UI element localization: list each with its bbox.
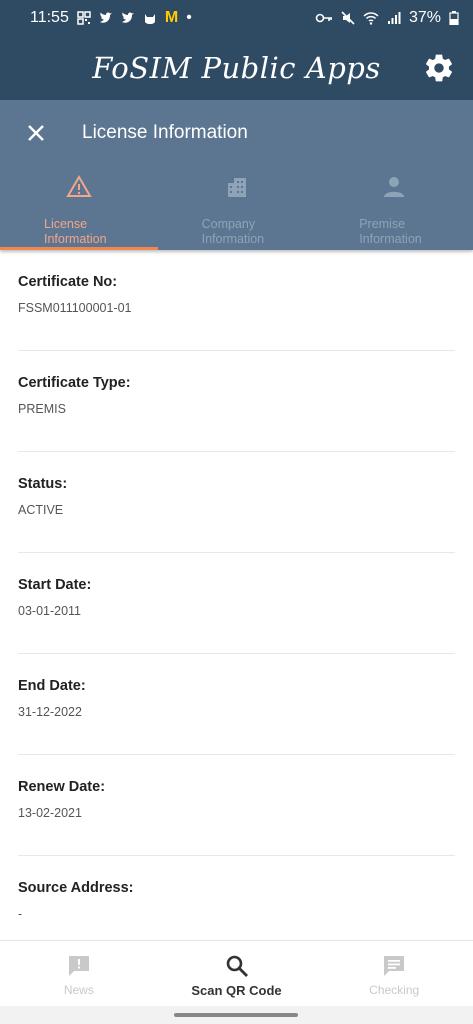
field-label: Status:: [18, 476, 68, 492]
status-bar-left: 11:55 M •: [30, 9, 192, 27]
tab-company-information[interactable]: Company Information: [158, 166, 316, 250]
field-value: FSSM011100001-01: [18, 301, 132, 315]
field-label: Certificate No:: [18, 274, 118, 290]
status-time: 11:55: [30, 9, 69, 26]
field-renew-date: Renew Date: 13-02-2021: [18, 755, 455, 856]
mcdonalds-icon: M: [164, 9, 179, 26]
field-end-date: End Date: 31-12-2022: [18, 654, 455, 755]
tab-label: Premise Information: [359, 217, 422, 246]
status-bar-right: 37%: [315, 9, 459, 27]
nav-label: Checking: [369, 983, 420, 997]
license-header: License Information License Information …: [0, 100, 473, 250]
cat-icon: [144, 14, 155, 24]
field-label: Renew Date:: [18, 779, 106, 795]
tab-label: Company Information: [201, 217, 265, 246]
tab-label: License Information: [44, 217, 107, 246]
nav-label: News: [63, 983, 94, 997]
person-icon: [384, 177, 405, 197]
battery-icon: [449, 11, 459, 25]
close-icon[interactable]: [27, 124, 45, 142]
nav-checking[interactable]: Checking: [315, 941, 473, 1006]
tab-premise-information[interactable]: Premise Information: [315, 166, 473, 250]
app-title: FoSIM Public Apps: [92, 51, 381, 85]
app-bar: FoSIM Public Apps: [0, 36, 473, 100]
field-label: Source Address:: [18, 880, 134, 896]
license-header-bar: License Information: [0, 100, 473, 166]
field-certificate-no: Certificate No: FSSM011100001-01: [18, 250, 455, 351]
twitter-icon: [121, 12, 134, 23]
field-value: 03-01-2011: [18, 604, 82, 618]
warning-triangle-icon: [66, 175, 92, 197]
license-header-title: License Information: [82, 122, 248, 143]
gear-icon[interactable]: [423, 52, 455, 84]
field-label: Certificate Type:: [18, 375, 131, 391]
nav-label: Scan QR Code: [191, 983, 282, 998]
key-icon: [315, 13, 332, 23]
nav-news[interactable]: News: [0, 941, 158, 1006]
chat-icon: [384, 956, 405, 976]
signal-icon: [387, 12, 401, 24]
home-indicator[interactable]: [174, 1013, 298, 1017]
license-details: Certificate No: FSSM011100001-01 Certifi…: [0, 250, 473, 940]
gesture-area: [0, 1006, 473, 1024]
building-icon: [227, 178, 246, 197]
wifi-icon: [363, 12, 379, 25]
field-start-date: Start Date: 03-01-2011: [18, 553, 455, 654]
field-value: 31-12-2022: [18, 705, 82, 719]
tab-license-information[interactable]: License Information: [0, 166, 158, 250]
field-source-address: Source Address: -: [18, 856, 455, 940]
field-value: -: [18, 907, 23, 921]
qr-icon: [77, 11, 91, 25]
mute-icon: [341, 11, 355, 25]
field-value: PREMIS: [18, 402, 66, 416]
field-label: End Date:: [18, 678, 86, 694]
battery-percent: 37%: [408, 9, 441, 26]
bottom-nav: News Scan QR Code Checking: [0, 940, 473, 1006]
twitter-icon: [99, 12, 112, 23]
field-value: ACTIVE: [18, 503, 64, 517]
field-value: 13-02-2021: [18, 806, 82, 820]
status-bar: 11:55 M • 37%: [0, 0, 473, 36]
tab-bar: License Information Company Information …: [0, 166, 473, 250]
dot-icon: •: [186, 9, 192, 26]
field-label: Start Date:: [18, 577, 92, 593]
close-button[interactable]: [22, 119, 50, 147]
news-icon: [68, 956, 89, 976]
search-icon: [226, 955, 248, 977]
nav-scan-qr-code[interactable]: Scan QR Code: [158, 941, 316, 1006]
field-certificate-type: Certificate Type: PREMIS: [18, 351, 455, 452]
field-status: Status: ACTIVE: [18, 452, 455, 553]
